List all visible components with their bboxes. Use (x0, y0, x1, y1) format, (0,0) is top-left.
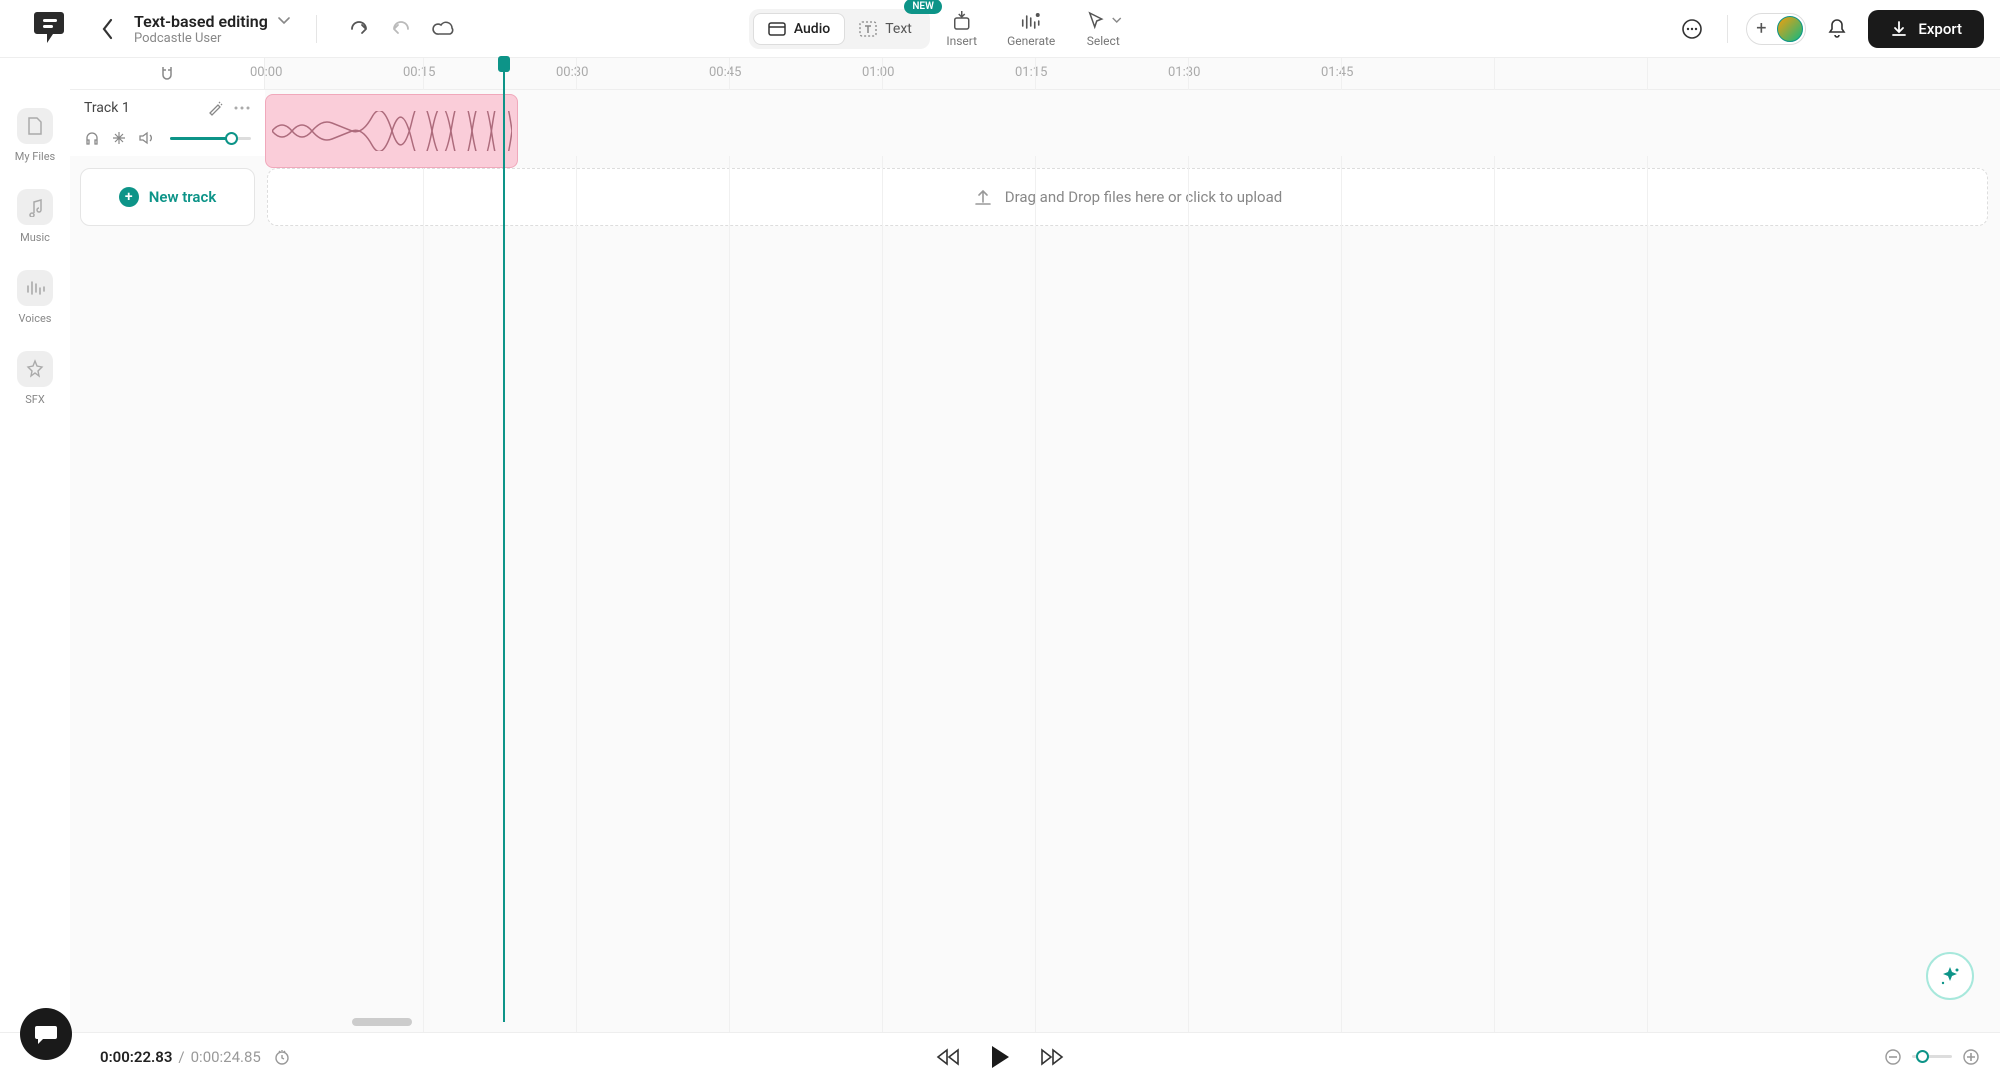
new-badge: NEW (904, 0, 942, 14)
file-icon (26, 116, 44, 136)
zoom-slider[interactable] (1912, 1055, 1952, 1058)
music-icon (26, 197, 44, 217)
app-logo[interactable] (16, 9, 86, 49)
forward-button[interactable] (1039, 1047, 1065, 1067)
ruler-tick: 01:30 (1168, 65, 1200, 80)
sidebar-item-music[interactable]: Music (17, 189, 53, 244)
ruler-tick: 00:00 (250, 65, 282, 80)
user-avatar (1777, 16, 1803, 42)
topbar: Text-based editing Podcastle User Record… (0, 0, 2000, 58)
undo-button[interactable] (343, 12, 377, 46)
volume-knob[interactable] (225, 132, 238, 145)
chevron-down-icon (278, 17, 290, 25)
project-title: Text-based editing (134, 12, 268, 31)
download-icon (1890, 20, 1908, 38)
snap-toggle[interactable] (70, 58, 265, 89)
play-button[interactable] (989, 1044, 1011, 1070)
new-track-row: + New track Drag and Drop files here or … (70, 168, 2000, 226)
ruler-tick: 01:15 (1015, 65, 1047, 80)
ruler-ticks[interactable]: 00:0000:1500:3000:4501:0001:1501:3001:45 (265, 58, 2000, 89)
magic-wand-icon[interactable] (207, 100, 223, 116)
track-header: Track 1 (70, 90, 265, 156)
waveform (272, 111, 512, 151)
total-time: 0:00:24.85 (191, 1048, 261, 1066)
time-display: 0:00:22.83 / 0:00:24.85 (100, 1048, 291, 1066)
track-row: Track 1 (70, 90, 2000, 156)
project-owner: Podcastle User (134, 31, 290, 46)
timeline-workspace: 00:00 00:15 00:30 00:45 01:00 01:15 01:30 01:45… (70, 58, 2000, 1032)
voices-icon (25, 279, 45, 297)
ruler-tick: 01:45 (1321, 65, 1353, 80)
collaborators-button[interactable]: + (1746, 13, 1806, 45)
sidebar-item-myfiles[interactable]: My Files (15, 108, 55, 163)
sidebar: My Files Music Voices SFX (0, 58, 70, 1032)
more-icon[interactable] (233, 105, 251, 111)
snowflake-icon[interactable] (112, 131, 126, 145)
notifications-button[interactable] (1820, 12, 1854, 46)
redo-button[interactable] (385, 12, 419, 46)
audio-clip[interactable] (265, 94, 518, 168)
chat-fab[interactable] (20, 1008, 72, 1060)
divider (316, 15, 317, 43)
sidebar-item-voices[interactable]: Voices (17, 270, 53, 325)
ruler-tick: 00:45 (709, 65, 741, 80)
ai-assistant-fab[interactable] (1926, 952, 1974, 1000)
horizontal-scrollbar[interactable] (338, 1018, 1988, 1026)
text-mode-button[interactable]: Text (845, 14, 926, 44)
volume-fill (170, 137, 229, 140)
select-button[interactable]: Select (1085, 10, 1121, 48)
chevron-down-icon (1111, 17, 1121, 24)
sfx-icon (25, 359, 45, 379)
divider (1727, 15, 1728, 43)
chat-icon (34, 1023, 58, 1045)
main: My Files Music Voices SFX 00:00 00:15 00:3… (0, 58, 2000, 1032)
upload-dropzone[interactable]: Drag and Drop files here or click to upl… (267, 168, 1988, 226)
track-name[interactable]: Track 1 (84, 100, 197, 116)
zoom-knob[interactable] (1916, 1050, 1929, 1063)
zoom-out-button[interactable] (1884, 1048, 1902, 1066)
zoom-controls (1884, 1048, 1980, 1066)
headphones-icon[interactable] (84, 130, 100, 146)
volume-slider[interactable] (170, 137, 251, 140)
sidebar-item-sfx[interactable]: SFX (17, 351, 53, 406)
clock-icon[interactable] (273, 1048, 291, 1066)
new-track-button[interactable]: + New track (80, 168, 255, 226)
plus-icon: + (119, 187, 139, 207)
upload-icon (973, 187, 993, 207)
ruler-tick: 01:00 (862, 65, 894, 80)
project-title-block[interactable]: Text-based editing Podcastle User (134, 12, 290, 46)
insert-button[interactable]: Insert (946, 10, 977, 48)
plus-icon: + (1749, 17, 1773, 41)
bottombar: 0:00:22.83 / 0:00:24.85 (0, 1032, 2000, 1080)
view-mode-toggle: Audio Text NEW (749, 9, 930, 49)
back-button[interactable] (94, 15, 122, 43)
comments-button[interactable] (1675, 12, 1709, 46)
playback-controls (935, 1044, 1065, 1070)
track-lane[interactable] (265, 90, 2000, 156)
zoom-in-button[interactable] (1962, 1048, 1980, 1066)
audio-icon (768, 21, 786, 37)
magnet-icon (159, 65, 175, 83)
current-time: 0:00:22.83 (100, 1048, 172, 1066)
export-button[interactable]: Export (1868, 10, 1984, 48)
audio-mode-button[interactable]: Audio (753, 13, 845, 45)
text-icon (859, 21, 877, 37)
generate-button[interactable]: Generate (1007, 10, 1055, 48)
rewind-button[interactable] (935, 1047, 961, 1067)
ruler-tick: 00:15 (403, 65, 435, 80)
cloud-sync-button[interactable] (427, 12, 461, 46)
speaker-icon[interactable] (138, 131, 154, 145)
sparkle-icon (1938, 964, 1962, 988)
timeline-ruler[interactable]: 00:00 00:15 00:30 00:45 01:00 01:15 01:30 01:45 (70, 58, 2000, 90)
right-actions: + Export (1675, 10, 1984, 48)
scroll-thumb[interactable] (352, 1018, 412, 1026)
ruler-tick: 00:30 (556, 65, 588, 80)
